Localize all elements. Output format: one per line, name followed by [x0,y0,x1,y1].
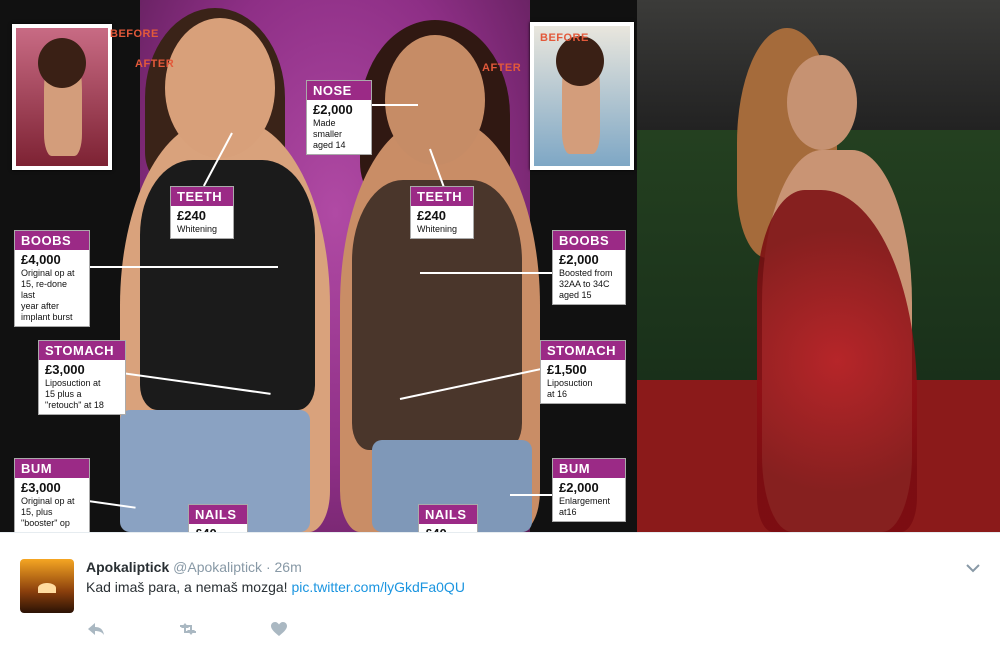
tweet-timestamp[interactable]: 26m [275,559,302,575]
tweet-media[interactable]: BEFORE AFTER BEFORE AFTER NOSE £2,000 Ma… [0,0,1000,532]
label-boobs-right: BOOBS £2,000 Boosted from 32AA to 34C aged… [552,230,626,305]
label-stomach-left-head: STOMACH [39,341,125,360]
label-bum-left-head: BUM [15,459,89,478]
label-stomach-right: STOMACH £1,500 Liposuction at 16 [540,340,626,404]
retweet-icon[interactable] [176,621,200,641]
label-nose: NOSE £2,000 Made smaller aged 14 [306,80,372,155]
label-nails-right-price: £40 [419,524,477,532]
tweet-text: Kad imaš para, a nemaš mozga! pic.twitte… [86,579,465,595]
label-stomach-right-price: £1,500 [547,362,587,377]
label-boobs-right-head: BOOBS [553,231,625,250]
tweet-media-link[interactable]: pic.twitter.com/lyGkdFa0QU [291,579,465,595]
label-nails-left: NAILS £40 [188,504,248,532]
label-nails-left-head: NAILS [189,505,247,524]
nose-pointer [370,104,418,106]
heart-icon[interactable] [270,621,294,641]
after-tag-left: AFTER [135,58,175,70]
label-teeth-left-price: £240 [177,208,206,223]
before-tag-right: BEFORE [540,32,589,44]
label-teeth-left: TEETH £240 Whitening [170,186,234,239]
tweet-card: Apokaliptick @Apokaliptick · 26m Kad ima… [0,532,1000,659]
label-bum-left: BUM £3,000 Original op at 15, plus "booste… [14,458,90,532]
label-nose-price: £2,000 [313,102,353,117]
after-tag-right: AFTER [482,62,522,74]
label-boobs-left-head: BOOBS [15,231,89,250]
label-boobs-right-desc: Boosted from 32AA to 34C aged 15 [559,268,613,300]
reply-icon[interactable] [86,621,110,641]
label-boobs-right-price: £2,000 [559,252,599,267]
separator-dot: · [265,559,271,575]
label-stomach-left: STOMACH £3,000 Liposuction at 15 plus a "r… [38,340,126,415]
label-teeth-left-head: TEETH [171,187,233,206]
label-bum-left-price: £3,000 [21,480,61,495]
label-nails-right-head: NAILS [419,505,477,524]
label-stomach-right-desc: Liposuction at 16 [547,378,593,399]
label-nails-left-price: £40 [189,524,247,532]
avatar[interactable] [20,559,74,613]
before-photo-left [12,24,112,170]
boobs-right-pointer [420,272,555,274]
label-teeth-right-desc: Whitening [417,224,458,234]
label-boobs-left: BOOBS £4,000 Original op at 15, re-done l… [14,230,90,327]
tweet-header: Apokaliptick @Apokaliptick · 26m [86,559,302,575]
label-boobs-left-price: £4,000 [21,252,61,267]
label-stomach-left-desc: Liposuction at 15 plus a "retouch" at 18 [45,378,104,410]
before-photo-right [530,22,634,170]
woman-face [787,55,857,150]
user-name[interactable]: Apokaliptick [86,559,169,575]
plastic-surgery-infographic: BEFORE AFTER BEFORE AFTER NOSE £2,000 Ma… [0,0,637,532]
label-boobs-left-desc: Original op at 15, re-done last year after… [21,268,75,322]
label-bum-left-desc: Original op at 15, plus "booster" op [21,496,75,528]
label-stomach-left-price: £3,000 [45,362,85,377]
label-bum-right: BUM £2,000 Enlargement at16 [552,458,626,522]
chevron-down-icon[interactable] [965,561,981,575]
label-bum-right-head: BUM [553,459,625,478]
label-teeth-left-desc: Whitening [177,224,218,234]
user-handle[interactable]: @Apokaliptick [173,559,262,575]
bum-right-pointer [510,494,556,496]
left-woman-face [165,18,275,158]
before-tag-left: BEFORE [110,28,159,40]
label-teeth-right-price: £240 [417,208,446,223]
label-teeth-right-head: TEETH [411,187,473,206]
label-nails-right: NAILS £40 [418,504,478,532]
tweet-body: Kad imaš para, a nemaš mozga! [86,579,288,595]
red-carpet-photo [637,0,1000,532]
label-bum-right-price: £2,000 [559,480,599,495]
boobs-left-pointer [88,266,278,268]
label-teeth-right: TEETH £240 Whitening [410,186,474,239]
label-bum-right-desc: Enlargement at16 [559,496,611,517]
right-woman-face [385,35,485,165]
label-stomach-right-head: STOMACH [541,341,625,360]
label-nose-head: NOSE [307,81,371,100]
label-nose-desc: Made smaller aged 14 [313,118,346,150]
